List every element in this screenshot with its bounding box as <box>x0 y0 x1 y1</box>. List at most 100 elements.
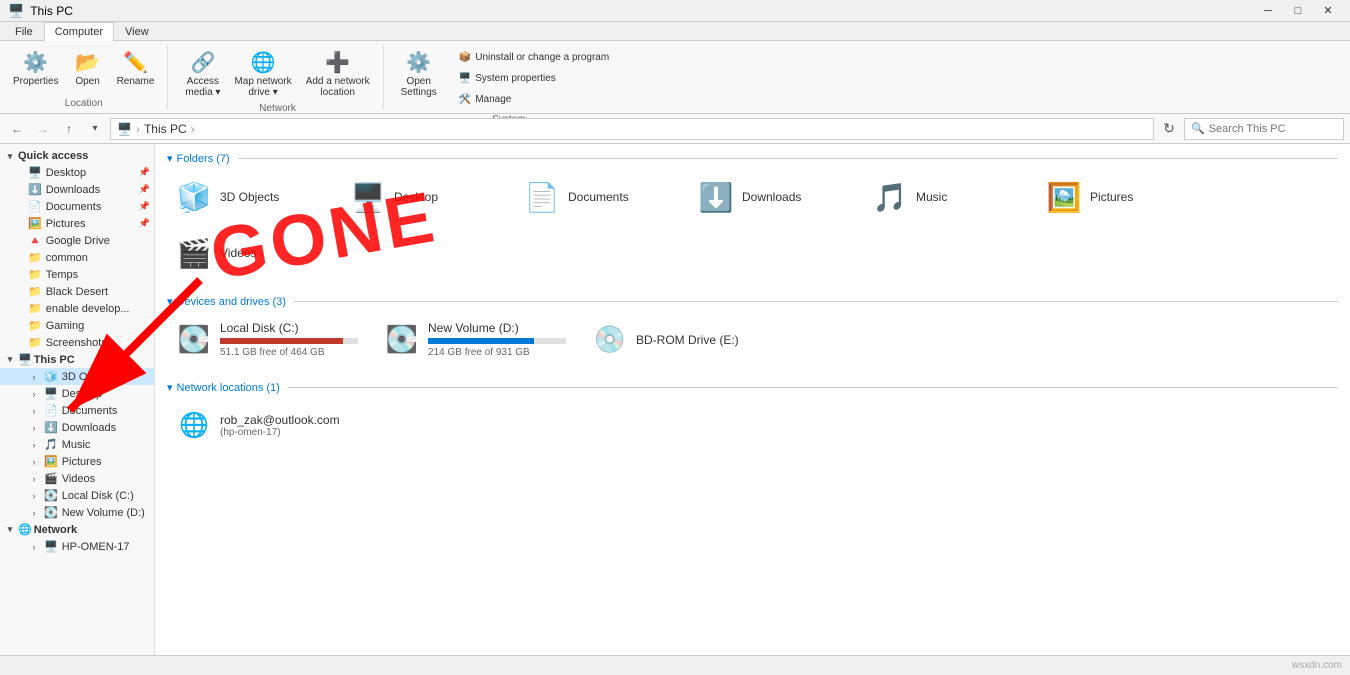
music-pc-icon: 🎵 <box>44 438 58 451</box>
pin-icon-2: 📌 <box>139 184 150 195</box>
tab-computer[interactable]: Computer <box>44 22 114 41</box>
properties-button[interactable]: ⚙️ Properties <box>8 45 64 90</box>
this-pc-chevron: ▾ <box>4 354 16 366</box>
maximize-button[interactable]: □ <box>1284 1 1312 21</box>
map-network-button[interactable]: 🌐 Map networkdrive ▾ <box>229 45 296 101</box>
sidebar-item-downloads[interactable]: ⬇️ Downloads 📌 <box>0 181 154 198</box>
sidebar-item-desktop[interactable]: 🖥️ Desktop 📌 <box>0 164 154 181</box>
folders-grid: 🧊 3D Objects 🖥️ Desktop 📄 Docume <box>167 171 1338 279</box>
address-bar: ← → ↑ ▾ 🖥️ › This PC › ↻ 🔍 <box>0 114 1350 144</box>
tab-view[interactable]: View <box>114 22 160 41</box>
add-network-button[interactable]: ➕ Add a networklocation <box>301 45 375 101</box>
forward-button[interactable]: → <box>32 118 54 140</box>
documents-icon: 📄 <box>28 200 42 213</box>
folder-thumb-documents: 📄 <box>524 179 560 215</box>
sidebar-item-newvolume[interactable]: › 💽 New Volume (D:) <box>0 504 154 521</box>
sidebar-item-blackdesert[interactable]: 📁 Black Desert <box>0 283 154 300</box>
folder-item-3dobjects[interactable]: 🧊 3D Objects <box>167 171 337 223</box>
folder-name-desktop: Desktop <box>394 190 438 204</box>
this-pc-header[interactable]: ▾ 🖥️ This PC <box>0 351 154 368</box>
documents-pc-chevron: › <box>28 405 40 417</box>
refresh-button[interactable]: ↻ <box>1158 118 1180 140</box>
location-group-label: Location <box>8 96 159 109</box>
recent-locations-button[interactable]: ▾ <box>84 118 106 140</box>
quick-access-header[interactable]: ▾ Quick access <box>0 148 154 164</box>
network-collapse-btn[interactable]: ▾ Network locations (1) <box>167 381 280 394</box>
sidebar-item-temps[interactable]: 📁 Temps <box>0 266 154 283</box>
folder-item-documents[interactable]: 📄 Documents <box>515 171 685 223</box>
address-path[interactable]: 🖥️ › This PC › <box>110 118 1154 140</box>
folders-collapse-btn[interactable]: ▾ Folders (7) <box>167 152 230 165</box>
sidebar-item-common[interactable]: 📁 common <box>0 249 154 266</box>
network-label: Network <box>34 524 77 536</box>
documents-pc-icon: 📄 <box>44 404 58 417</box>
network-item-rob[interactable]: 🌐 rob_zak@outlook.com (hp-omen-17) <box>167 400 367 450</box>
access-media-button[interactable]: 🔗 Accessmedia ▾ <box>180 45 225 101</box>
hp-omen-icon: 🖥️ <box>44 540 58 553</box>
network-header[interactable]: ▾ 🌐 Network <box>0 521 154 538</box>
sidebar-item-pictures[interactable]: 🖼️ Pictures 📌 <box>0 215 154 232</box>
folder-thumb-downloads: ⬇️ <box>698 179 734 215</box>
back-button[interactable]: ← <box>6 118 28 140</box>
downloads-pc-chevron: › <box>28 422 40 434</box>
pin-icon: 📌 <box>139 167 150 178</box>
folder-name-videos: Videos <box>220 246 256 260</box>
blackdesert-icon: 📁 <box>28 285 42 298</box>
folder-item-downloads[interactable]: ⬇️ Downloads <box>689 171 859 223</box>
sidebar-item-localdisk[interactable]: › 💽 Local Disk (C:) <box>0 487 154 504</box>
rename-button[interactable]: ✏️ Rename <box>112 45 160 90</box>
sidebar-item-downloads-pc[interactable]: › ⬇️ Downloads <box>0 419 154 436</box>
up-button[interactable]: ↑ <box>58 118 80 140</box>
manage-button[interactable]: 🛠️ Manage <box>454 91 614 108</box>
sidebar-item-gaming[interactable]: 📁 Gaming <box>0 317 154 334</box>
enabledev-icon: 📁 <box>28 302 42 315</box>
uninstall-program-button[interactable]: 📦 Uninstall or change a program <box>454 49 614 66</box>
sidebar-item-videos-pc[interactable]: › 🎬 Videos <box>0 470 154 487</box>
devices-divider <box>294 301 1338 302</box>
googledrive-icon: 🔺 <box>28 234 42 247</box>
drive-item-d[interactable]: 💽 New Volume (D:) 214 GB free of 931 GB <box>375 314 575 365</box>
search-input[interactable] <box>1209 123 1337 135</box>
folders-chevron-icon: ▾ <box>167 152 173 165</box>
devices-chevron-icon: ▾ <box>167 295 173 308</box>
sidebar-item-pictures-pc[interactable]: › 🖼️ Pictures <box>0 453 154 470</box>
folder-item-pictures[interactable]: 🖼️ Pictures <box>1037 171 1207 223</box>
drive-item-c[interactable]: 💽 Local Disk (C:) 51.1 GB free of 464 GB <box>167 314 367 365</box>
minimize-button[interactable]: ─ <box>1254 1 1282 21</box>
drive-item-e[interactable]: 💿 BD-ROM Drive (E:) <box>583 314 783 365</box>
sidebar-item-documents[interactable]: 📄 Documents 📌 <box>0 198 154 215</box>
pictures-pc-chevron: › <box>28 456 40 468</box>
sidebar-item-hp-omen[interactable]: › 🖥️ HP-OMEN-17 <box>0 538 154 555</box>
sidebar-item-screenshots[interactable]: 📁 Screenshots <box>0 334 154 351</box>
open-settings-button[interactable]: ⚙️ OpenSettings <box>396 45 442 101</box>
close-button[interactable]: ✕ <box>1314 1 1342 21</box>
system-properties-button[interactable]: 🖥️ System properties <box>454 70 614 87</box>
folder-thumb-videos: 🎬 <box>176 235 212 271</box>
folders-divider <box>238 158 1338 159</box>
folder-item-videos[interactable]: 🎬 Videos <box>167 227 337 279</box>
tab-file[interactable]: File <box>4 22 44 41</box>
sidebar-item-enabledev[interactable]: 📁 enable develop... <box>0 300 154 317</box>
sidebar-item-googledrive[interactable]: 🔺 Google Drive <box>0 232 154 249</box>
newvolume-icon: 💽 <box>44 506 58 519</box>
drive-thumb-d: 💽 <box>384 322 420 358</box>
drive-thumb-e: 💿 <box>592 322 628 358</box>
sidebar-item-3dobjects[interactable]: › 🧊 3D Objects <box>0 368 154 385</box>
open-button[interactable]: 📂 Open <box>68 45 108 90</box>
network-name: rob_zak@outlook.com <box>220 413 340 427</box>
search-box[interactable]: 🔍 <box>1184 118 1344 140</box>
main-layout: ▾ Quick access 🖥️ Desktop 📌 ⬇️ Downloads… <box>0 144 1350 675</box>
folder-name-3dobjects: 3D Objects <box>220 190 279 204</box>
folder-item-music[interactable]: 🎵 Music <box>863 171 1033 223</box>
sidebar-item-documents-pc[interactable]: › 📄 Documents <box>0 402 154 419</box>
network-items: 🌐 rob_zak@outlook.com (hp-omen-17) <box>167 400 1338 450</box>
devices-collapse-btn[interactable]: ▾ Devices and drives (3) <box>167 295 286 308</box>
sidebar-item-music-pc[interactable]: › 🎵 Music <box>0 436 154 453</box>
content-area: ▾ Folders (7) 🧊 3D Objects 🖥️ Des <box>155 144 1350 675</box>
downloads-pc-icon: ⬇️ <box>44 421 58 434</box>
folder-item-desktop[interactable]: 🖥️ Desktop <box>341 171 511 223</box>
sidebar-item-desktop-pc[interactable]: › 🖥️ Desktop <box>0 385 154 402</box>
network-section-divider <box>288 387 1338 388</box>
3dobjects-chevron: › <box>28 371 40 383</box>
system-props-icon: 🖥️ <box>459 73 471 84</box>
